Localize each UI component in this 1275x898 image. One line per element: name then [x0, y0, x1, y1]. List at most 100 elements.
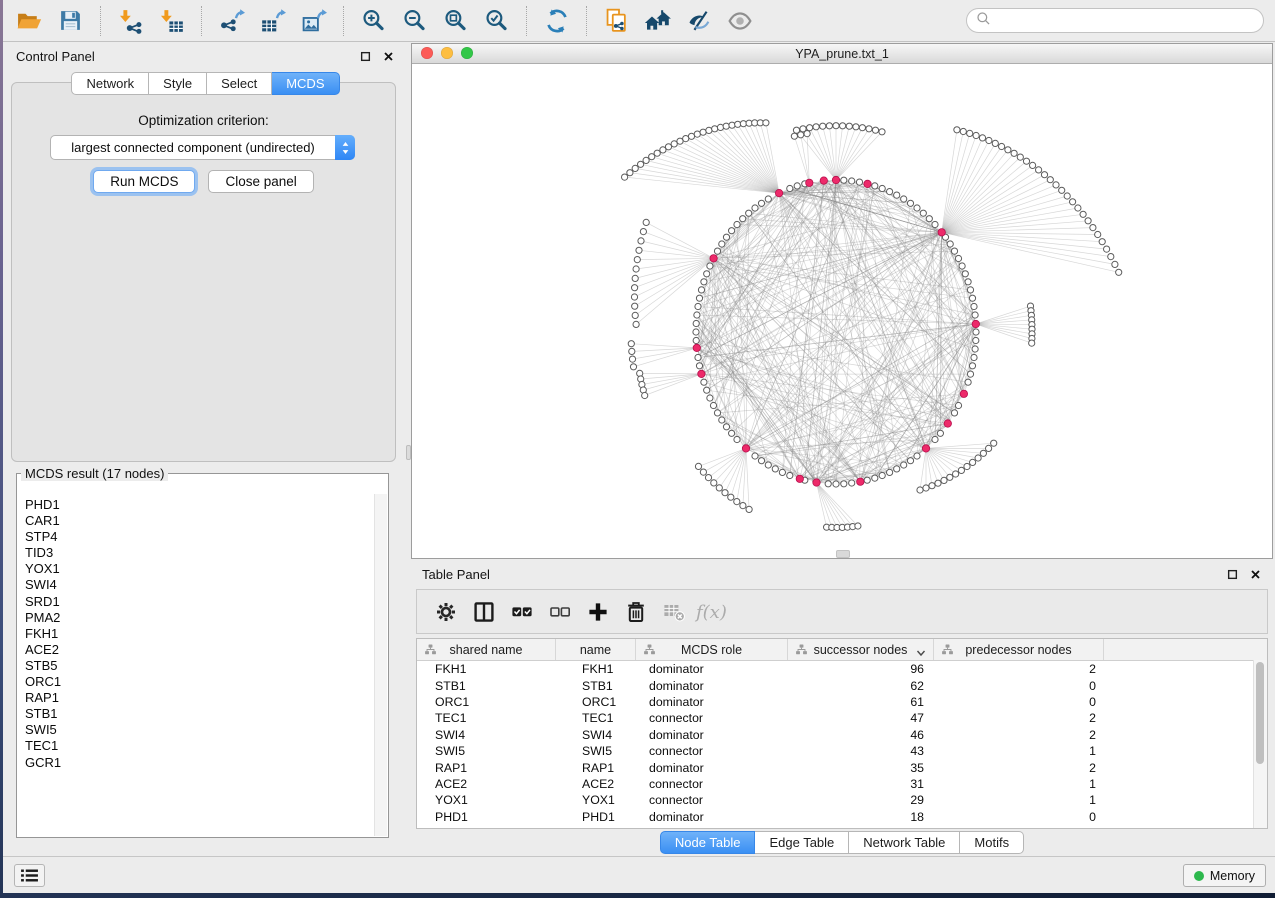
mcds-list-scrollbar[interactable] [374, 494, 387, 836]
delete-column-icon[interactable] [617, 593, 655, 631]
zoom-in-icon[interactable] [353, 2, 394, 39]
tab-network[interactable]: Network [71, 72, 149, 95]
column-header-label: shared name [450, 643, 523, 657]
table-row[interactable]: SWI5SWI5connector431 [417, 743, 1267, 759]
mcds-result-node[interactable]: PHD1 [25, 497, 375, 513]
tab-node-table[interactable]: Node Table [660, 831, 756, 854]
network-canvas[interactable] [412, 64, 1272, 558]
run-mcds-button[interactable]: Run MCDS [93, 170, 195, 193]
cell: SWI5 [556, 744, 636, 758]
mcds-result-node[interactable]: TEC1 [25, 738, 375, 754]
cell: dominator [636, 695, 788, 709]
column-header-MCDS-role[interactable]: MCDS role [636, 639, 788, 660]
table-row[interactable]: PHD1PHD1dominator180 [417, 809, 1267, 825]
apply-layout-icon[interactable] [536, 2, 577, 39]
memory-status-icon [1194, 871, 1204, 881]
cell: dominator [636, 810, 788, 824]
mcds-result-node[interactable]: SWI5 [25, 722, 375, 738]
zoom-selected-icon[interactable] [476, 2, 517, 39]
first-neighbors-icon[interactable] [637, 2, 678, 39]
close-panel-icon[interactable] [1249, 568, 1262, 581]
column-header-predecessor-nodes[interactable]: predecessor nodes [934, 639, 1104, 660]
table-scrollbar[interactable] [1253, 660, 1267, 828]
horizontal-splitter[interactable] [836, 550, 850, 558]
mcds-result-node[interactable]: STP4 [25, 529, 375, 545]
show-all-icon[interactable] [719, 2, 760, 39]
export-image-icon[interactable] [293, 2, 334, 39]
tab-motifs[interactable]: Motifs [960, 831, 1024, 854]
import-network-icon[interactable] [110, 2, 151, 39]
window-maximize-icon[interactable] [461, 47, 473, 59]
column-header-successor-nodes[interactable]: successor nodes [788, 639, 934, 660]
column-layout-icon[interactable] [465, 593, 503, 631]
hide-selected-icon[interactable] [678, 2, 719, 39]
table-row[interactable]: FKH1FKH1dominator962 [417, 661, 1267, 677]
status-menu-button[interactable] [14, 864, 45, 887]
mcds-result-node[interactable]: CAR1 [25, 513, 375, 529]
search-input[interactable] [997, 12, 1254, 29]
tab-select[interactable]: Select [207, 72, 272, 95]
mcds-panel: Optimization criterion: largest connecte… [11, 82, 396, 462]
svg-text:f(x): f(x) [694, 602, 727, 623]
mcds-result-node[interactable]: FKH1 [25, 626, 375, 642]
save-session-icon[interactable] [50, 2, 91, 39]
mcds-result-node[interactable]: PMA2 [25, 610, 375, 626]
close-panel-icon[interactable] [382, 50, 395, 63]
export-table-icon[interactable] [252, 2, 293, 39]
control-panel-title: Control Panel [16, 49, 95, 64]
mcds-result-node[interactable]: SRD1 [25, 594, 375, 610]
show-all-columns-icon[interactable] [503, 593, 541, 631]
zoom-fit-icon[interactable] [435, 2, 476, 39]
table-row[interactable]: RAP1RAP1dominator352 [417, 759, 1267, 775]
export-network-icon[interactable] [211, 2, 252, 39]
tab-network-table[interactable]: Network Table [849, 831, 960, 854]
table-row[interactable]: YOX1YOX1connector291 [417, 792, 1267, 808]
zoom-out-icon[interactable] [394, 2, 435, 39]
control-panel: Control Panel NetworkStyleSelectMCDS Opt… [5, 43, 406, 857]
mcds-result-node[interactable]: SWI4 [25, 577, 375, 593]
tab-style[interactable]: Style [149, 72, 207, 95]
toolbar-separator [586, 6, 587, 36]
table-row[interactable]: STB1STB1dominator620 [417, 677, 1267, 693]
table-settings-icon[interactable] [427, 593, 465, 631]
toolbar-separator [526, 6, 527, 36]
window-close-icon[interactable] [421, 47, 433, 59]
tab-edge-table[interactable]: Edge Table [755, 831, 849, 854]
column-header-shared-name[interactable]: shared name [417, 639, 556, 660]
mcds-result-node[interactable]: ACE2 [25, 642, 375, 658]
mcds-result-node[interactable]: STB1 [25, 706, 375, 722]
criterion-select[interactable]: largest connected component (undirected) [50, 135, 355, 160]
mcds-result-node[interactable]: STB5 [25, 658, 375, 674]
mcds-result-node[interactable]: GCR1 [25, 755, 375, 771]
cell: RAP1 [417, 761, 556, 775]
open-icon[interactable] [9, 2, 50, 39]
close-panel-button[interactable]: Close panel [208, 170, 313, 193]
cell: 29 [788, 793, 934, 807]
import-table-icon[interactable] [151, 2, 192, 39]
network-graph[interactable] [412, 64, 1272, 558]
table-row[interactable]: SWI4SWI4dominator462 [417, 727, 1267, 743]
hide-all-columns-icon[interactable] [541, 593, 579, 631]
scrollbar-thumb[interactable] [1256, 662, 1264, 764]
mcds-result-node[interactable]: YOX1 [25, 561, 375, 577]
add-column-icon[interactable] [579, 593, 617, 631]
memory-button[interactable]: Memory [1183, 864, 1266, 887]
status-bar: Memory [3, 856, 1275, 893]
main-toolbar [3, 0, 1275, 42]
table-row[interactable]: ORC1ORC1dominator610 [417, 694, 1267, 710]
float-panel-icon[interactable] [359, 50, 372, 63]
window-minimize-icon[interactable] [441, 47, 453, 59]
table-row[interactable]: ACE2ACE2connector311 [417, 776, 1267, 792]
table-panel-header: Table Panel [411, 561, 1273, 587]
search-box[interactable] [966, 8, 1264, 33]
float-panel-icon[interactable] [1226, 568, 1239, 581]
column-header-name[interactable]: name [556, 639, 636, 660]
tab-mcds[interactable]: MCDS [272, 72, 339, 95]
mcds-result-node[interactable]: TID3 [25, 545, 375, 561]
table-row[interactable]: TEC1TEC1connector472 [417, 710, 1267, 726]
network-from-selection-icon[interactable] [596, 2, 637, 39]
cell: dominator [636, 679, 788, 693]
mcds-result-node[interactable]: RAP1 [25, 690, 375, 706]
mcds-result-node[interactable]: ORC1 [25, 674, 375, 690]
cell: 2 [934, 728, 1104, 742]
